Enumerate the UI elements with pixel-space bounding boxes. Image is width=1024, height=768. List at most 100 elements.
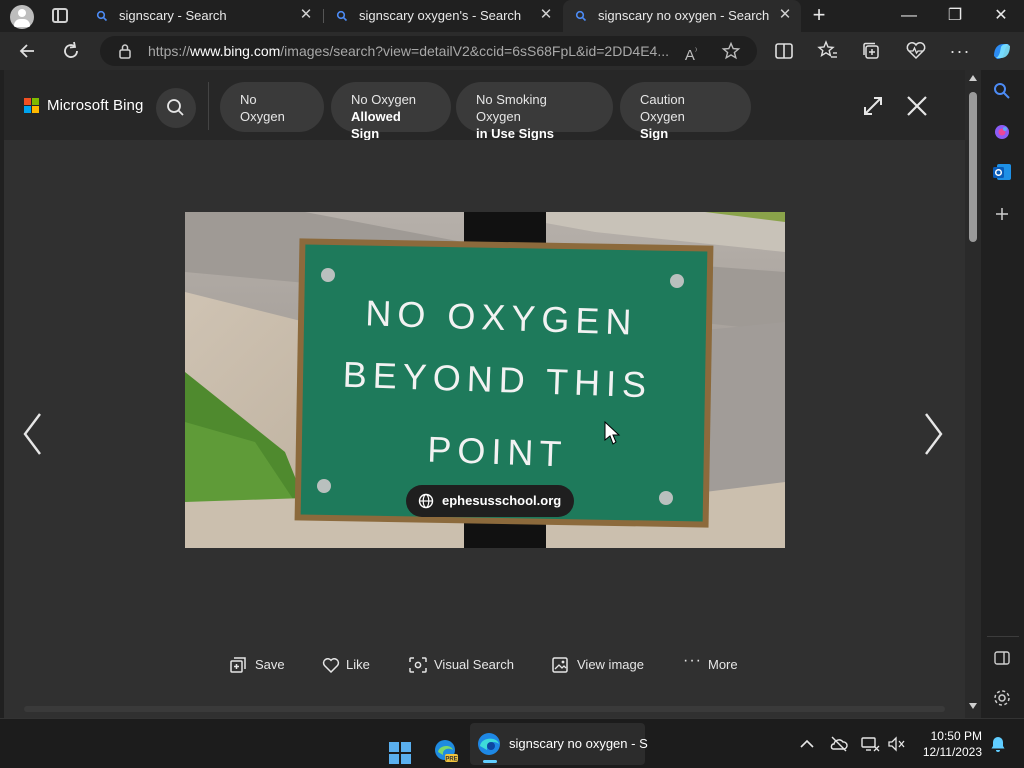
copilot-icon[interactable] xyxy=(988,38,1016,64)
windows-taskbar: PRE signscary no oxygen - S 10:50 PM 12/… xyxy=(0,718,1024,768)
logo-red-square xyxy=(24,98,31,105)
view-image-label: View image xyxy=(577,657,644,672)
bing-header: Microsoft Bing No Oxygen No Oxygen Allow… xyxy=(4,70,965,141)
svg-text:PRE: PRE xyxy=(445,757,457,763)
close-tab-icon[interactable]: ✕ xyxy=(538,7,554,23)
tab-actions-icon[interactable] xyxy=(52,8,68,23)
edge-preview-icon[interactable]: PRE xyxy=(433,731,459,768)
volume-muted-icon[interactable] xyxy=(886,734,906,754)
address-bar[interactable]: https://www.bing.com/images/search?view=… xyxy=(100,36,757,66)
browser-essentials-icon[interactable] xyxy=(902,38,930,64)
logo-yellow-square xyxy=(32,106,39,113)
chip-line2: Allowed Sign xyxy=(351,109,401,141)
windows-start-icon[interactable] xyxy=(388,733,412,768)
logo-blue-square xyxy=(24,106,31,113)
favorites-icon[interactable] xyxy=(814,38,842,64)
image-source-link[interactable]: ephesusschool.org xyxy=(406,485,575,517)
clock-date: 12/11/2023 xyxy=(922,745,982,759)
restore-button[interactable]: ❐ xyxy=(932,0,978,32)
search-icon xyxy=(96,10,108,22)
chip-line1: No Oxygen xyxy=(351,92,417,107)
save-button[interactable]: Save xyxy=(230,654,290,676)
taskbar-window-title: signscary no oxygen - S xyxy=(509,736,648,751)
chevron-up-icon[interactable] xyxy=(797,734,817,754)
lock-icon[interactable] xyxy=(118,43,132,59)
network-icon[interactable] xyxy=(860,734,880,754)
browser-toolbar: https://www.bing.com/images/search?view=… xyxy=(0,32,1024,70)
visual-search-icon xyxy=(409,657,427,673)
previous-image-arrow-icon[interactable] xyxy=(22,412,42,456)
search-button[interactable] xyxy=(156,88,196,128)
screen: { "tabs": [ {"label": "signscary - Searc… xyxy=(0,0,1024,768)
like-button[interactable]: Like xyxy=(322,654,374,676)
refresh-icon[interactable] xyxy=(57,38,85,64)
split-screen-icon[interactable] xyxy=(770,38,798,64)
related-chip-caution-oxygen[interactable]: Caution Oxygen Sign xyxy=(620,82,751,141)
tab-title: signscary - Search xyxy=(119,8,227,23)
view-image-icon xyxy=(552,657,568,673)
heart-icon xyxy=(322,658,340,673)
search-icon xyxy=(336,10,348,22)
save-label: Save xyxy=(255,657,285,672)
microsoft-logo-icon[interactable] xyxy=(24,98,40,114)
close-tab-icon[interactable]: ✕ xyxy=(298,7,314,23)
search-icon xyxy=(167,99,184,116)
more-options-icon[interactable]: ··· xyxy=(946,38,974,64)
related-chip-no-oxygen[interactable]: No Oxygen xyxy=(220,82,324,132)
url-domain: www.bing.com xyxy=(190,43,281,59)
edge-sidebar xyxy=(981,70,1024,718)
taskbar-edge-window[interactable]: signscary no oxygen - S xyxy=(470,723,648,765)
source-domain: ephesusschool.org xyxy=(442,493,562,508)
notification-bell-icon[interactable] xyxy=(988,734,1008,754)
close-tab-icon[interactable]: ✕ xyxy=(777,7,793,23)
main-photo[interactable]: NO OXYGEN BEYOND THIS POINT ephesusschoo… xyxy=(185,212,785,548)
read-aloud-icon[interactable]: A⁾ xyxy=(681,41,701,64)
view-image-button[interactable]: View image xyxy=(552,654,652,676)
visual-search-button[interactable]: Visual Search xyxy=(409,654,519,676)
save-collection-icon xyxy=(230,657,246,673)
page-scrollbar[interactable] xyxy=(965,70,981,718)
profile-avatar-icon[interactable] xyxy=(10,5,34,29)
scroll-up-icon[interactable] xyxy=(968,74,978,82)
globe-icon xyxy=(418,493,434,509)
related-chip-no-smoking-oxygen[interactable]: No Smoking Oxygen in Use Signs xyxy=(456,82,613,141)
expand-icon[interactable] xyxy=(861,94,885,118)
more-dots-icon: ··· xyxy=(683,652,702,669)
brand-name[interactable]: Microsoft Bing xyxy=(47,97,143,114)
scrollbar-thumb[interactable] xyxy=(969,92,977,242)
url-path: /images/search?view=detailV2&ccid=6sS68F… xyxy=(280,43,670,59)
next-image-arrow-icon[interactable] xyxy=(924,412,944,456)
scroll-down-icon[interactable] xyxy=(968,702,978,710)
system-clock[interactable]: 10:50 PM 12/11/2023 xyxy=(918,728,982,760)
related-chip-no-oxygen-allowed[interactable]: No Oxygen Allowed Sign xyxy=(331,82,451,141)
url-text[interactable]: https://www.bing.com/images/search?view=… xyxy=(148,43,678,59)
back-arrow-icon[interactable] xyxy=(14,38,42,64)
tab-3-active[interactable]: signscary no oxygen - Search Im ✕ xyxy=(563,0,801,32)
chip-line1: No Smoking Oxygen xyxy=(476,92,547,124)
search-icon[interactable] xyxy=(991,80,1013,102)
onedrive-offline-icon[interactable] xyxy=(829,734,849,754)
add-icon[interactable] xyxy=(991,203,1013,225)
search-icon xyxy=(575,10,587,22)
horizontal-scroll-track[interactable] xyxy=(24,706,945,712)
copilot-design-icon[interactable] xyxy=(991,121,1013,143)
more-button[interactable]: ··· More xyxy=(683,652,745,676)
url-prefix: https:// xyxy=(148,43,191,59)
clock-time: 10:50 PM xyxy=(930,729,982,743)
collections-icon[interactable] xyxy=(858,38,886,64)
tab-1[interactable]: signscary - Search ✕ xyxy=(84,0,322,32)
edge-icon xyxy=(478,733,500,755)
hide-sidebar-icon[interactable] xyxy=(991,647,1013,669)
settings-gear-icon[interactable] xyxy=(991,687,1013,709)
new-tab-button[interactable]: + xyxy=(808,4,830,26)
image-viewer: NO OXYGEN BEYOND THIS POINT ephesusschoo… xyxy=(4,140,965,718)
tab-2[interactable]: signscary oxygen's - Search ✕ xyxy=(324,0,562,32)
active-indicator xyxy=(483,760,497,763)
outlook-icon[interactable] xyxy=(991,161,1013,183)
minimize-button[interactable]: — xyxy=(886,0,932,32)
like-label: Like xyxy=(346,657,370,672)
close-icon[interactable] xyxy=(905,94,929,118)
bing-image-viewer-page: Microsoft Bing No Oxygen No Oxygen Allow… xyxy=(4,70,965,718)
favorite-star-icon[interactable] xyxy=(721,41,741,61)
close-window-button[interactable]: ✕ xyxy=(978,0,1024,32)
